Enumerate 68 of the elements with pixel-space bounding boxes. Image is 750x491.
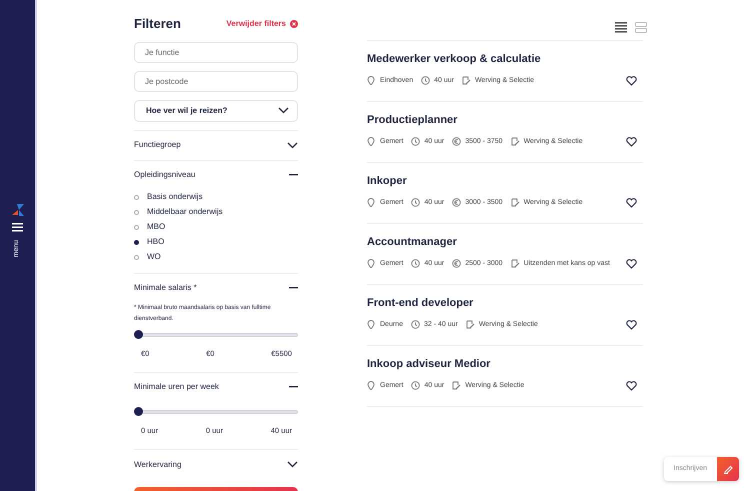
document-pen-icon bbox=[510, 198, 520, 208]
list-view-icon bbox=[615, 22, 627, 32]
radio-option[interactable]: WO bbox=[134, 250, 161, 264]
heart-icon bbox=[626, 76, 637, 86]
document-pen-icon bbox=[510, 259, 520, 268]
minus-icon bbox=[289, 174, 298, 176]
job-title[interactable]: Front-end developer bbox=[367, 295, 643, 312]
euro-icon bbox=[452, 198, 462, 208]
chevron-down-icon bbox=[287, 142, 298, 148]
card-view-icon bbox=[635, 22, 647, 32]
location-pin-icon bbox=[367, 381, 376, 390]
radio-option[interactable]: Middelbaar onderwijs bbox=[134, 204, 223, 220]
favorite-button[interactable] bbox=[626, 258, 637, 269]
logo-icon bbox=[12, 204, 24, 216]
job-title[interactable]: Inkoop adviseur Medior bbox=[367, 356, 643, 372]
document-pen-icon bbox=[462, 76, 471, 86]
clear-filters-link[interactable]: Verwijder filters bbox=[226, 18, 298, 30]
chevron-down-icon bbox=[278, 107, 289, 114]
input-field[interactable]: Je functie bbox=[134, 42, 298, 62]
location-pin-icon bbox=[367, 137, 376, 146]
location-pin-icon bbox=[367, 198, 376, 208]
clock-icon bbox=[410, 320, 420, 330]
clock-icon bbox=[411, 259, 420, 268]
section-header[interactable]: Minimale salaris * bbox=[134, 274, 298, 302]
location-pin-icon bbox=[367, 76, 376, 86]
favorite-button[interactable] bbox=[626, 320, 637, 330]
slider-thumb[interactable] bbox=[134, 330, 143, 338]
clock-icon bbox=[421, 76, 430, 86]
job-title[interactable]: Productieplanner bbox=[367, 112, 643, 128]
pencil-icon bbox=[723, 464, 733, 474]
close-icon bbox=[290, 20, 298, 28]
slider-thumb[interactable] bbox=[134, 406, 143, 416]
euro-icon bbox=[452, 259, 462, 268]
job-title[interactable]: Accountmanager bbox=[367, 234, 643, 250]
minus-icon bbox=[289, 386, 298, 388]
input-field[interactable]: Je postcode bbox=[134, 70, 298, 92]
section-header[interactable]: Functiegroep bbox=[134, 130, 298, 160]
favorite-button[interactable] bbox=[626, 76, 637, 86]
heart-icon bbox=[626, 380, 637, 391]
clock-icon bbox=[411, 198, 420, 208]
location-pin-icon bbox=[367, 320, 376, 330]
section-header[interactable]: Werkervaring bbox=[134, 450, 298, 479]
clock-icon bbox=[411, 137, 420, 146]
document-pen-icon bbox=[510, 137, 520, 146]
favorite-button[interactable] bbox=[626, 380, 637, 391]
heart-icon bbox=[626, 258, 637, 269]
favorite-button[interactable] bbox=[626, 198, 637, 208]
section-header[interactable]: Opleidingsniveau bbox=[134, 160, 298, 190]
menu-icon[interactable] bbox=[12, 223, 23, 232]
section-header[interactable]: Minimale uren per week bbox=[134, 372, 298, 402]
document-pen-icon bbox=[452, 381, 462, 390]
clock-icon bbox=[411, 381, 420, 390]
heart-icon bbox=[626, 198, 637, 208]
chevron-down-icon bbox=[287, 461, 298, 468]
distance-select[interactable]: Hoe ver wil je reizen? bbox=[134, 100, 298, 122]
radio-option[interactable]: MBO bbox=[134, 220, 166, 234]
job-title[interactable]: Medewerker verkoop & calculatie bbox=[367, 51, 643, 68]
radio-option[interactable]: HBO bbox=[134, 234, 164, 250]
heart-icon bbox=[626, 320, 637, 330]
euro-icon bbox=[452, 137, 462, 146]
radio-option[interactable]: Basis onderwijs bbox=[134, 190, 203, 204]
minus-icon bbox=[289, 287, 298, 289]
location-pin-icon bbox=[367, 259, 376, 268]
filter-title: Filteren bbox=[134, 15, 181, 33]
heart-icon bbox=[626, 136, 637, 147]
document-pen-icon bbox=[466, 320, 475, 330]
favorite-button[interactable] bbox=[626, 136, 637, 147]
job-title[interactable]: Inkoper bbox=[367, 173, 643, 190]
